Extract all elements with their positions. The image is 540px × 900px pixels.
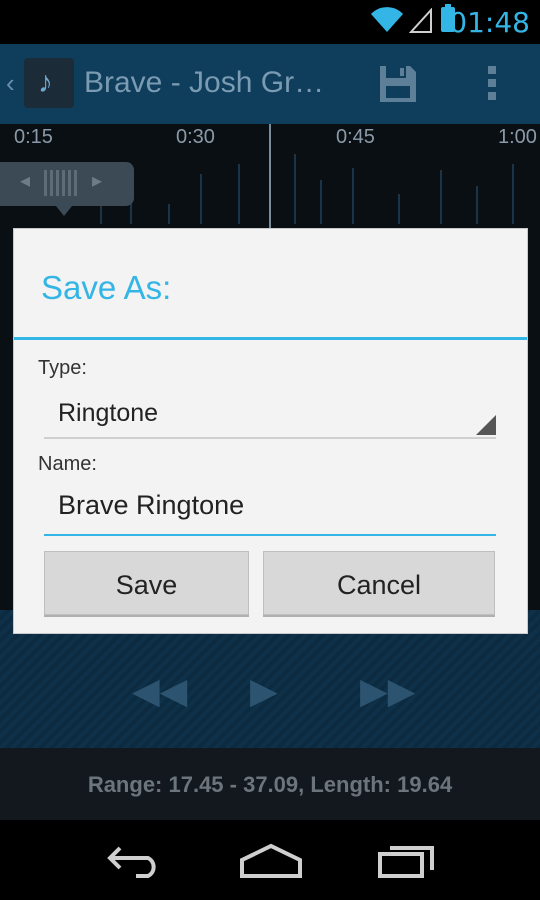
timeline-tick: 0:30 — [176, 126, 215, 148]
cancel-button[interactable]: Cancel — [263, 551, 495, 615]
save-as-dialog: Save As: Type: Ringtone Name: Save Cance… — [14, 229, 527, 633]
app-icon[interactable]: ♪ — [24, 58, 74, 108]
type-label: Type: — [38, 357, 87, 379]
type-spinner[interactable]: Ringtone — [44, 387, 496, 439]
wifi-icon — [369, 6, 405, 39]
back-icon[interactable]: ‹ — [6, 68, 15, 99]
timeline-tick: 0:45 — [336, 126, 375, 148]
status-bar: 01:48 — [0, 0, 540, 44]
clock: 01:48 — [449, 6, 530, 39]
play-icon[interactable]: ▶ — [250, 670, 278, 712]
marker-pointer — [56, 206, 72, 216]
dialog-divider — [14, 337, 527, 340]
overflow-menu-icon[interactable] — [488, 66, 496, 105]
track-title: Brave - Josh Gro… — [84, 66, 332, 99]
dropdown-triangle-icon — [476, 415, 496, 435]
save-icon[interactable] — [378, 64, 418, 109]
nav-recents-icon[interactable] — [378, 842, 436, 883]
left-arrow-icon: ◂ — [20, 170, 31, 192]
signal-icon — [408, 7, 433, 39]
nav-back-icon[interactable] — [106, 842, 164, 883]
grip-icon — [44, 170, 80, 196]
action-bar: ‹ ♪ Brave - Josh Gro… — [0, 44, 540, 124]
name-label: Name: — [38, 453, 97, 475]
dialog-title: Save As: — [41, 269, 172, 306]
nav-home-icon[interactable] — [240, 842, 302, 883]
timeline-tick: 0:15 — [14, 126, 53, 148]
type-value: Ringtone — [58, 399, 159, 427]
rewind-icon[interactable]: ◀◀ — [132, 670, 187, 712]
start-marker-handle[interactable]: ◂ ▸ — [0, 162, 134, 206]
timeline-tick: 1:00 — [498, 126, 537, 148]
right-arrow-icon: ▸ — [92, 170, 103, 192]
range-bar: Range: 17.45 - 37.09, Length: 19.64 — [0, 748, 540, 820]
range-info: Range: 17.45 - 37.09, Length: 19.64 — [87, 772, 453, 797]
navigation-bar — [0, 820, 540, 900]
name-input[interactable] — [44, 490, 498, 521]
save-button[interactable]: Save — [44, 551, 249, 615]
fast-forward-icon[interactable]: ▶▶ — [360, 670, 415, 712]
name-field[interactable] — [44, 484, 498, 536]
